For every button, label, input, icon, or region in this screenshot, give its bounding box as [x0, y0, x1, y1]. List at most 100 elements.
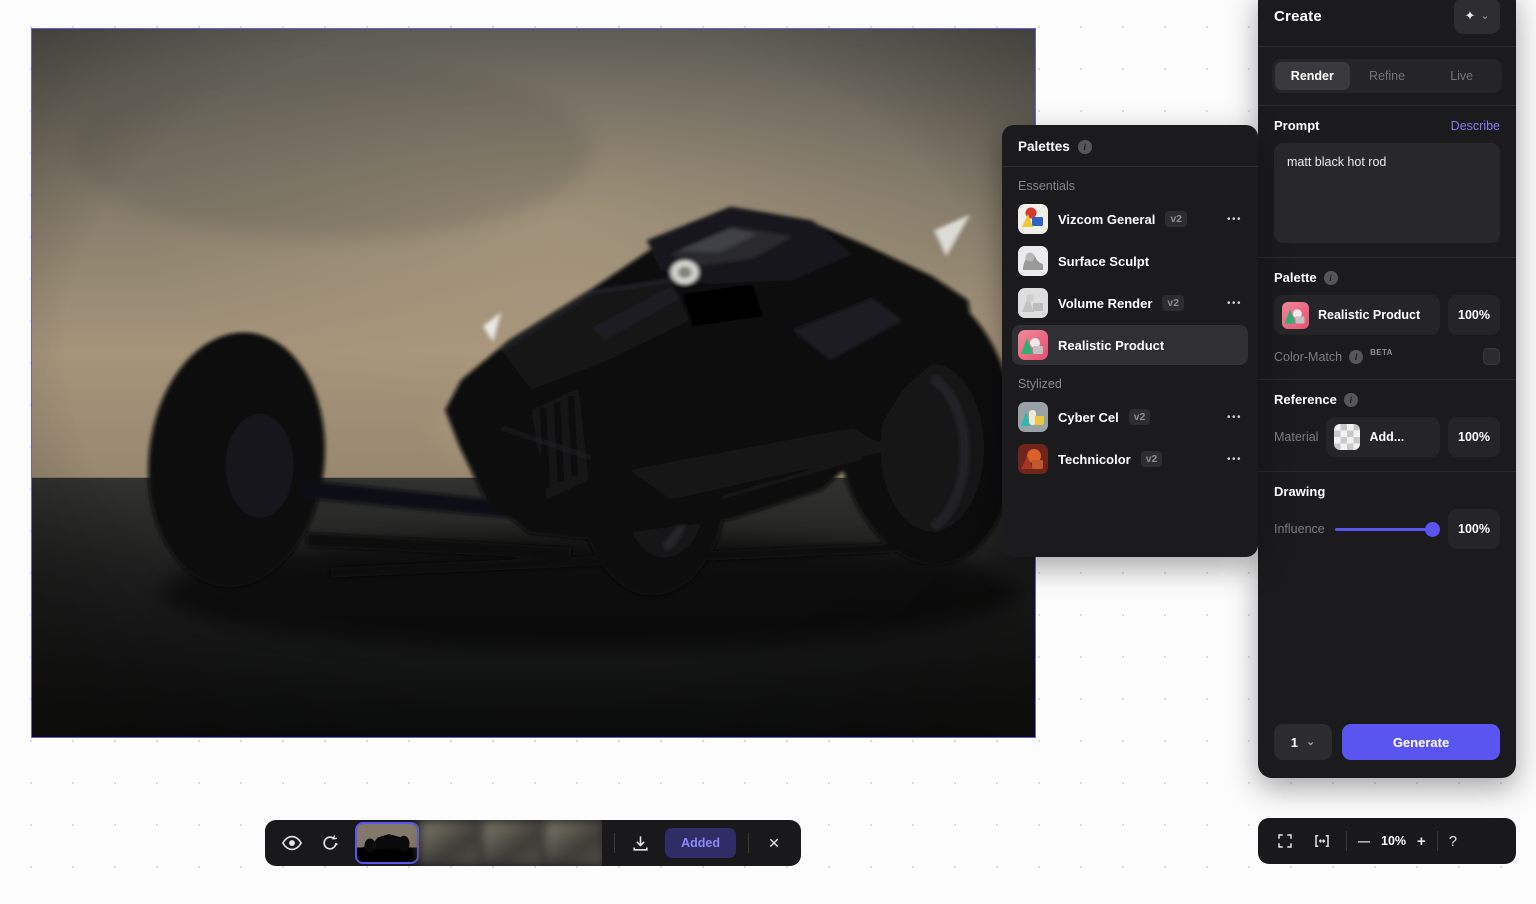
color-match-label: Color-Match	[1274, 350, 1342, 364]
v2-badge: v2	[1165, 211, 1187, 227]
generate-button[interactable]: Generate	[1342, 724, 1500, 760]
divider	[1346, 831, 1347, 851]
divider	[1437, 831, 1438, 851]
tab-refine[interactable]: Refine	[1350, 62, 1425, 90]
slider-thumb[interactable]	[1425, 522, 1440, 537]
tabs-track: Render Refine Live	[1272, 59, 1502, 93]
result-thumbnail-blurred[interactable]	[481, 820, 543, 866]
palette-thumbnail	[1018, 402, 1048, 432]
close-icon[interactable]: ✕	[761, 830, 787, 856]
info-icon[interactable]: i	[1349, 350, 1363, 364]
tab-live[interactable]: Live	[1424, 62, 1499, 90]
chevron-down-icon: ⌄	[1480, 13, 1489, 19]
download-icon[interactable]	[627, 830, 653, 856]
item-menu-icon[interactable]: •••	[1227, 298, 1242, 309]
zoom-in-button[interactable]: +	[1417, 833, 1426, 850]
palette-thumbnail	[1018, 204, 1048, 234]
palette-item-label: Surface Sculpt	[1058, 254, 1149, 269]
reference-section: Reference i Material Add... 100%	[1258, 380, 1516, 471]
generation-results-toolbar: Added ✕	[265, 820, 801, 866]
sparkles-icon: ✦	[1464, 8, 1475, 24]
color-match-checkbox[interactable]	[1483, 348, 1500, 365]
palette-select[interactable]: Realistic Product	[1274, 295, 1440, 335]
palette-thumbnail	[1018, 246, 1048, 276]
ai-actions-button[interactable]: ✦ ⌄	[1454, 0, 1500, 34]
create-sidebar: Create ✦ ⌄ Render Refine Live Prompt Des…	[1258, 0, 1516, 778]
describe-action[interactable]: Describe	[1451, 119, 1500, 133]
palette-item-cyber-cel[interactable]: Cyber Cel v2 •••	[1012, 397, 1248, 437]
info-icon[interactable]: i	[1344, 393, 1358, 407]
prompt-label: Prompt	[1274, 118, 1320, 133]
palette-item-label: Technicolor	[1058, 452, 1131, 467]
v2-badge: v2	[1129, 409, 1151, 425]
v2-badge: v2	[1141, 451, 1163, 467]
palette-item-volume-render[interactable]: Volume Render v2 •••	[1012, 283, 1248, 323]
influence-label: Influence	[1274, 522, 1325, 536]
info-icon[interactable]: i	[1078, 140, 1092, 154]
material-add-control[interactable]: Add...	[1326, 417, 1440, 457]
slider-track	[1335, 528, 1438, 531]
result-thumbnails	[355, 820, 602, 866]
tab-render[interactable]: Render	[1275, 62, 1350, 90]
viewport-controls-toolbar: — 10% + ?	[1258, 818, 1516, 864]
palette-item-vizcom-general[interactable]: Vizcom General v2 •••	[1012, 199, 1248, 239]
added-button[interactable]: Added	[665, 828, 736, 858]
page-title: Create	[1274, 8, 1322, 25]
palettes-popup: Palettes i Essentials Vizcom General v2 …	[1002, 125, 1258, 557]
prompt-input[interactable]: matt black hot rod	[1274, 143, 1500, 243]
sidebar-footer: 1 ⌄ Generate	[1258, 710, 1516, 778]
palette-thumbnail	[1018, 330, 1048, 360]
beta-badge: BETA	[1370, 348, 1393, 357]
palette-item-surface-sculpt[interactable]: Surface Sculpt	[1012, 241, 1248, 281]
palette-item-label: Volume Render	[1058, 296, 1152, 311]
zoom-level-value[interactable]: 10%	[1381, 834, 1406, 848]
palette-strength-button[interactable]: 100%	[1448, 295, 1500, 335]
batch-count-select[interactable]: 1 ⌄	[1274, 724, 1332, 760]
canvas-artboard[interactable]	[31, 28, 1036, 738]
result-thumbnail-selected[interactable]	[355, 822, 419, 864]
palettes-header: Palettes i	[1018, 139, 1242, 166]
palette-item-label: Cyber Cel	[1058, 410, 1119, 425]
drawing-label: Drawing	[1274, 484, 1325, 499]
result-thumbnail-blurred[interactable]	[543, 820, 602, 866]
item-menu-icon[interactable]: •••	[1227, 412, 1242, 423]
fullscreen-icon[interactable]	[1272, 828, 1298, 854]
divider	[748, 833, 749, 853]
palette-thumbnail	[1018, 288, 1048, 318]
material-label: Material	[1274, 430, 1318, 444]
v2-badge: v2	[1162, 295, 1184, 311]
drawing-section: Drawing Influence 100%	[1258, 472, 1516, 563]
influence-value-button[interactable]: 100%	[1448, 509, 1500, 549]
essentials-section-label: Essentials	[1018, 179, 1242, 193]
info-icon[interactable]: i	[1324, 271, 1338, 285]
fit-to-screen-icon[interactable]	[1309, 828, 1335, 854]
influence-slider[interactable]	[1335, 522, 1438, 536]
transparency-checker-thumbnail	[1334, 424, 1360, 450]
car-render-image	[32, 29, 1035, 737]
help-button[interactable]: ?	[1449, 833, 1457, 850]
zoom-out-button[interactable]: —	[1358, 834, 1370, 848]
selected-palette-name: Realistic Product	[1318, 308, 1420, 322]
palette-item-label: Realistic Product	[1058, 338, 1164, 353]
palette-label: Palette	[1274, 270, 1317, 285]
palette-item-technicolor[interactable]: Technicolor v2 •••	[1012, 439, 1248, 479]
reference-label: Reference	[1274, 392, 1337, 407]
divider	[1002, 166, 1258, 167]
palettes-title: Palettes	[1018, 139, 1070, 154]
item-menu-icon[interactable]: •••	[1227, 214, 1242, 225]
item-menu-icon[interactable]: •••	[1227, 454, 1242, 465]
material-strength-button[interactable]: 100%	[1448, 417, 1500, 457]
palette-item-realistic-product[interactable]: Realistic Product	[1012, 325, 1248, 365]
prompt-section: Prompt Describe matt black hot rod	[1258, 106, 1516, 257]
mode-tabs: Render Refine Live	[1258, 47, 1516, 105]
preview-eye-icon[interactable]	[279, 830, 305, 856]
result-thumbnail-blurred[interactable]	[419, 820, 481, 866]
sidebar-header: Create ✦ ⌄	[1258, 0, 1516, 46]
divider	[614, 833, 615, 853]
chevron-down-icon: ⌄	[1306, 739, 1315, 745]
palette-thumbnail	[1282, 302, 1309, 329]
stylized-section-label: Stylized	[1018, 377, 1242, 391]
material-add-label: Add...	[1369, 430, 1404, 444]
regenerate-icon[interactable]	[317, 830, 343, 856]
palette-thumbnail	[1018, 444, 1048, 474]
